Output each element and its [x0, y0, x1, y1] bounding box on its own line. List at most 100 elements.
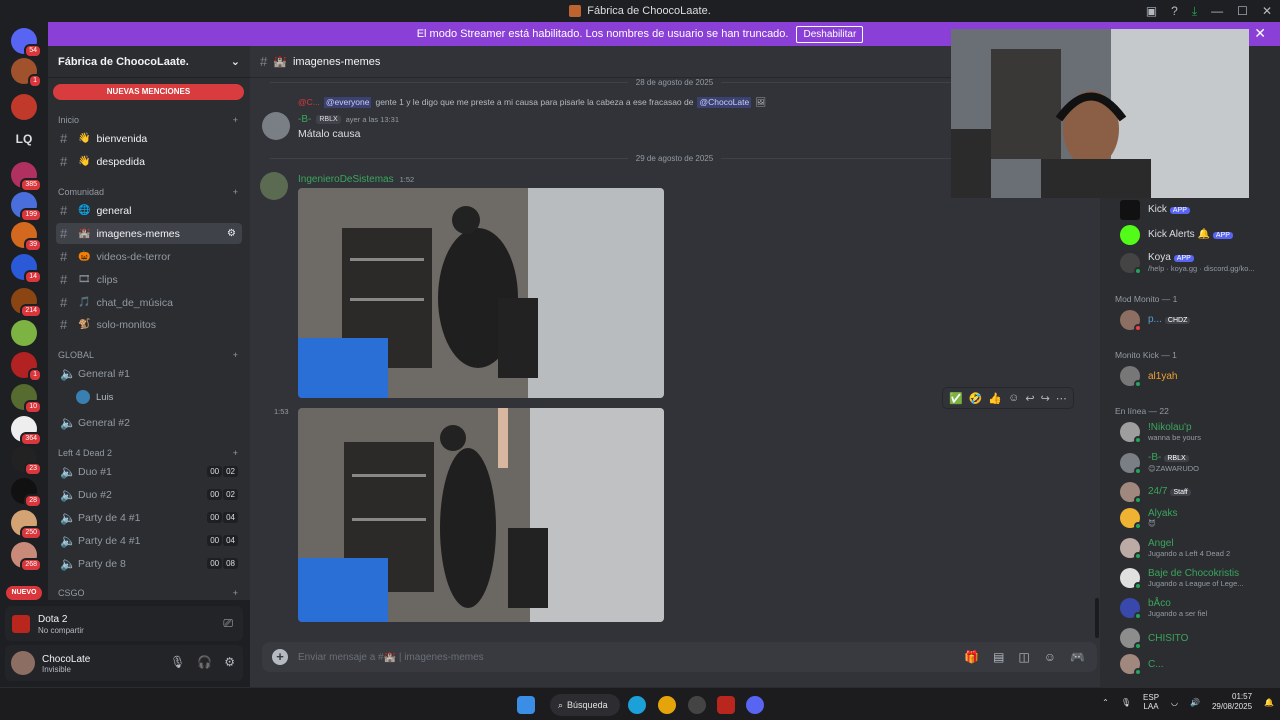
server-item[interactable] [11, 320, 37, 346]
server-item[interactable]: 23 [11, 446, 42, 476]
server-item[interactable]: 268 [11, 542, 42, 572]
reply-icon[interactable]: ↩ [1025, 392, 1034, 405]
server-item[interactable] [11, 94, 37, 120]
inbox-icon[interactable]: ▣ [1146, 4, 1157, 18]
member-item[interactable]: -B- RBLX 😊ZAWARUDO [1120, 452, 1280, 475]
add-channel-icon[interactable]: + [233, 187, 238, 197]
image-attachment[interactable] [298, 188, 664, 398]
settings-icon[interactable]: ⚙ [227, 228, 236, 239]
message-author[interactable]: IngenieroDeSistemas [298, 174, 394, 185]
server-item[interactable]: 214 [11, 288, 42, 318]
channel-despedida[interactable]: # 👋 despedida [56, 151, 242, 172]
category-csgo[interactable]: CSGO + [58, 588, 238, 598]
category-inicio[interactable]: Inicio + [58, 115, 238, 125]
add-channel-icon[interactable]: + [233, 448, 238, 458]
emoji-icon[interactable]: ☺ [1044, 650, 1056, 664]
forward-icon[interactable]: ↪ [1041, 392, 1050, 405]
avatar[interactable] [11, 651, 35, 675]
server-item[interactable]: 1 [11, 58, 42, 88]
channel-clips[interactable]: # 🎞 clips [56, 269, 242, 290]
chevron-up-icon[interactable]: ⌃ [1102, 698, 1109, 707]
check-reaction-icon[interactable]: ✅ [949, 392, 963, 405]
headphones-icon[interactable]: 🎧 [197, 655, 212, 669]
member-item[interactable]: bÅco Jugando a ser fiel [1120, 598, 1280, 620]
thumbs-up-icon[interactable]: 👍 [988, 392, 1002, 405]
channel-general[interactable]: # 🌐 general [56, 200, 242, 221]
voice-duo-2[interactable]: 🔈 Duo #2 00 02 [56, 484, 242, 505]
minimize-button[interactable]: — [1211, 4, 1223, 18]
gif-icon[interactable]: ▤ [993, 650, 1004, 664]
wifi-icon[interactable]: ◡ [1171, 698, 1178, 707]
scrollbar[interactable] [1095, 598, 1099, 638]
laugh-reaction-icon[interactable]: 🤣 [969, 392, 983, 405]
server-item[interactable]: 10 [11, 384, 42, 414]
member-item[interactable]: !Nikolau'p wanna be yours [1120, 422, 1280, 444]
member-item[interactable]: 24/7 Staff [1120, 482, 1280, 504]
member-item[interactable]: p... CHDZ [1120, 310, 1280, 332]
sticker-icon[interactable]: ◫ [1018, 650, 1029, 664]
edge-icon[interactable] [628, 696, 646, 714]
language-indicator[interactable]: ESP LAA [1143, 693, 1159, 711]
windows-start-icon[interactable] [517, 696, 535, 714]
server-item[interactable]: 199 [11, 192, 42, 222]
member-item[interactable]: Kick Alerts 🔔 APP [1120, 225, 1280, 245]
member-item[interactable]: Baje de Chocokristis Jugando a League of … [1120, 568, 1280, 590]
add-attachment-icon[interactable]: + [272, 649, 288, 665]
server-item[interactable]: 39 [11, 222, 42, 252]
member-item[interactable]: Kick APP [1120, 200, 1280, 220]
microphone-icon[interactable]: 🎙 [170, 655, 185, 669]
add-channel-icon[interactable]: + [233, 588, 238, 598]
help-icon[interactable]: ? [1171, 4, 1178, 18]
server-home[interactable]: 54 [11, 28, 42, 58]
server-item[interactable]: 1 [11, 352, 42, 382]
channel-bienvenida[interactable]: # 👋 bienvenida [56, 128, 242, 149]
channel-imagenes-memes[interactable]: # 🏰 imagenes-memes ⚙ [56, 223, 242, 244]
message-author[interactable]: -B- [298, 114, 311, 125]
guild-header[interactable]: Fábrica de ChoocoLaate. ⌄ [48, 46, 250, 78]
channel-chat-de-musica[interactable]: # 🎵 chat_de_música [56, 292, 242, 313]
close-button[interactable]: ✕ [1262, 4, 1272, 18]
taskbar-search[interactable]: ⌕ Búsqueda [550, 694, 620, 716]
category-left4dead2[interactable]: Left 4 Dead 2 + [58, 448, 238, 458]
member-item[interactable]: Angel Jugando a Left 4 Dead 2 [1120, 538, 1280, 560]
member-item[interactable]: al1yah [1120, 366, 1280, 388]
steam-icon[interactable] [688, 696, 706, 714]
screen-share-icon[interactable]: ⎚ [223, 616, 233, 631]
voice-general-1[interactable]: 🔈 General #1 [56, 363, 242, 384]
server-item[interactable]: 14 [11, 254, 42, 284]
category-global[interactable]: GLOBAL + [58, 350, 238, 360]
message-composer[interactable]: + Enviar mensaje a #🏰 | imagenes-memes 🎁… [262, 642, 1097, 672]
member-item[interactable]: C... [1120, 654, 1280, 676]
voice-party-2[interactable]: 🔈 Party de 4 #1 00 04 [56, 530, 242, 551]
category-comunidad[interactable]: Comunidad + [58, 187, 238, 197]
reply-reference[interactable]: @C... @everyone gente 1 y le digo que me… [298, 97, 766, 108]
gear-icon[interactable]: ⚙ [224, 655, 235, 669]
server-item[interactable]: 250 [11, 510, 42, 540]
clock[interactable]: 01:57 29/08/2025 [1212, 692, 1252, 712]
disable-streamer-button[interactable]: Deshabilitar [796, 25, 864, 43]
member-item[interactable]: Alyaks 😈 [1120, 508, 1280, 530]
voice-general-2[interactable]: 🔈 General #2 [56, 412, 242, 433]
apps-icon[interactable]: 🎮 [1070, 650, 1085, 664]
add-channel-icon[interactable]: + [233, 115, 238, 125]
chrome-icon[interactable] [658, 696, 676, 714]
volume-icon[interactable]: 🔊 [1190, 698, 1200, 707]
download-icon[interactable]: ⤓ [1192, 4, 1197, 19]
dota-icon[interactable] [717, 696, 735, 714]
new-mentions-button[interactable]: NUEVAS MENCIONES [53, 84, 244, 100]
channel-videos-de-terror[interactable]: # 🎃 videos-de-terror [56, 246, 242, 267]
member-item[interactable]: CHISITO [1120, 628, 1280, 650]
voice-user[interactable]: Luis [76, 390, 113, 404]
new-servers-pill[interactable]: NUEVO [6, 586, 42, 600]
member-item[interactable]: Koya APP/help · koya.gg · discord.gg/ko..… [1120, 252, 1280, 275]
server-item[interactable]: 364 [11, 416, 42, 446]
banner-close-icon[interactable]: ✕ [1254, 25, 1266, 42]
mic-muted-icon[interactable]: 🎙 [1121, 698, 1131, 707]
image-attachment[interactable] [298, 408, 664, 622]
voice-duo-1[interactable]: 🔈 Duo #1 00 02 [56, 461, 242, 482]
voice-party-8[interactable]: 🔈 Party de 8 00 08 [56, 553, 242, 574]
maximize-button[interactable]: ☐ [1237, 4, 1248, 18]
channel-solo-monitos[interactable]: # 🐒 solo-monitos [56, 314, 242, 335]
server-lq[interactable]: LQ [11, 126, 37, 152]
add-reaction-icon[interactable]: ☺ [1008, 392, 1019, 404]
